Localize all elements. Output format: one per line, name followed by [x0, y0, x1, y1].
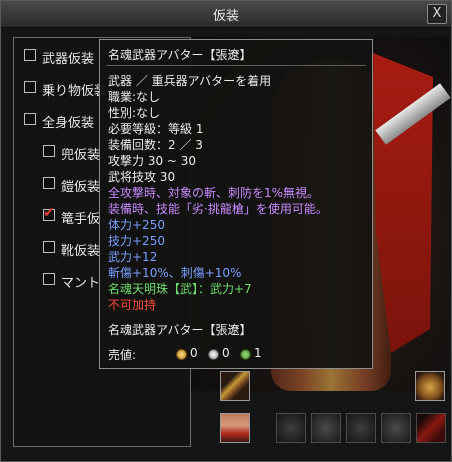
- tooltip-equip-count: 装備回数：2 ／ 3: [108, 138, 203, 152]
- tooltip-skill-attack: 武将技攻 30: [108, 170, 176, 184]
- tooltip-price-label: 売値:: [108, 348, 137, 362]
- silver-coin-icon: [208, 349, 219, 360]
- tooltip-effect-2: 装備時、技能「劣·挑龍槍」を使用可能。: [108, 202, 328, 216]
- tooltip-gem: 名魂天明珠【武】：武力+7: [108, 282, 252, 296]
- tooltip-gender: 性別:なし: [108, 106, 161, 120]
- tooltip-footer-name: 名魂武器アバター【張遼】: [108, 323, 252, 337]
- boots-slot-icon[interactable]: [346, 413, 376, 443]
- copper-coin-icon: [240, 349, 251, 360]
- checkbox-mount-disguise[interactable]: [24, 81, 36, 93]
- item-tooltip: 名魂武器アバター【張遼】 武器 ／ 重兵器アバターを着用 職業:なし 性別:なし…: [99, 39, 373, 369]
- shoulder-slot-icon[interactable]: [311, 413, 341, 443]
- checkbox-boots-disguise[interactable]: [43, 241, 55, 253]
- checkbox-helmet-disguise[interactable]: [43, 145, 55, 157]
- tooltip-level: 必要等級：等級 1: [108, 122, 204, 136]
- tooltip-item-name: 名魂武器アバター【張遼】: [108, 48, 252, 62]
- gold-coin-icon: [176, 349, 187, 360]
- checkbox-weapon-disguise[interactable]: [24, 49, 36, 61]
- option-label: 兜仮装: [61, 148, 101, 163]
- option-label: 靴仮装: [61, 244, 101, 259]
- helmet-slot-icon[interactable]: [415, 371, 445, 401]
- option-label: 乗り物仮装: [42, 84, 108, 99]
- option-label: 篭手仮: [61, 212, 101, 227]
- checkbox-glove-disguise[interactable]: [43, 205, 55, 221]
- price-gold: 0: [190, 346, 198, 360]
- glove-slot-icon[interactable]: [276, 413, 306, 443]
- gauntlet-slot-icon[interactable]: [381, 413, 411, 443]
- checkbox-full-body-disguise[interactable]: [24, 113, 36, 125]
- checkbox-cape-disguise[interactable]: [43, 273, 55, 285]
- option-label: マント: [61, 276, 101, 291]
- tooltip-stat-damage: 斬傷+10%、刺傷+10%: [108, 266, 242, 280]
- option-label: 鎧仮装: [61, 180, 101, 195]
- tooltip-no-upgrade: 不可加持: [108, 298, 157, 312]
- tooltip-effect-1: 全攻撃時、対象の斬、刺防を1%無視。: [108, 186, 320, 200]
- tooltip-attack: 攻撃力 30 ~ 30: [108, 154, 197, 168]
- price-silver: 0: [222, 346, 230, 360]
- tooltip-stat-hp: 体力+250: [108, 218, 165, 232]
- cape-slot-icon[interactable]: [416, 413, 446, 443]
- disguise-window: 仮装 X 武器仮装 乗り物仮装 全身仮装 兜仮装 鎧仮装 篭手仮: [0, 0, 452, 462]
- title-bar[interactable]: 仮装 X: [1, 1, 451, 28]
- tooltip-divider: [106, 65, 366, 66]
- option-label: 武器仮装: [42, 52, 95, 67]
- option-label: 全身仮装: [42, 116, 95, 131]
- armor-slot-icon[interactable]: [220, 413, 250, 443]
- checkbox-armor-disguise[interactable]: [43, 177, 55, 189]
- tooltip-job: 職業:なし: [108, 90, 161, 104]
- tooltip-stat-tp: 技力+250: [108, 234, 165, 248]
- tooltip-stat-str: 武力+12: [108, 250, 158, 264]
- weapon-slot-icon[interactable]: [220, 371, 250, 401]
- price-copper: 1: [254, 346, 262, 360]
- tooltip-type: 武器 ／ 重兵器アバターを着用: [108, 74, 272, 88]
- window-title: 仮装: [212, 9, 239, 24]
- close-button[interactable]: X: [427, 4, 447, 24]
